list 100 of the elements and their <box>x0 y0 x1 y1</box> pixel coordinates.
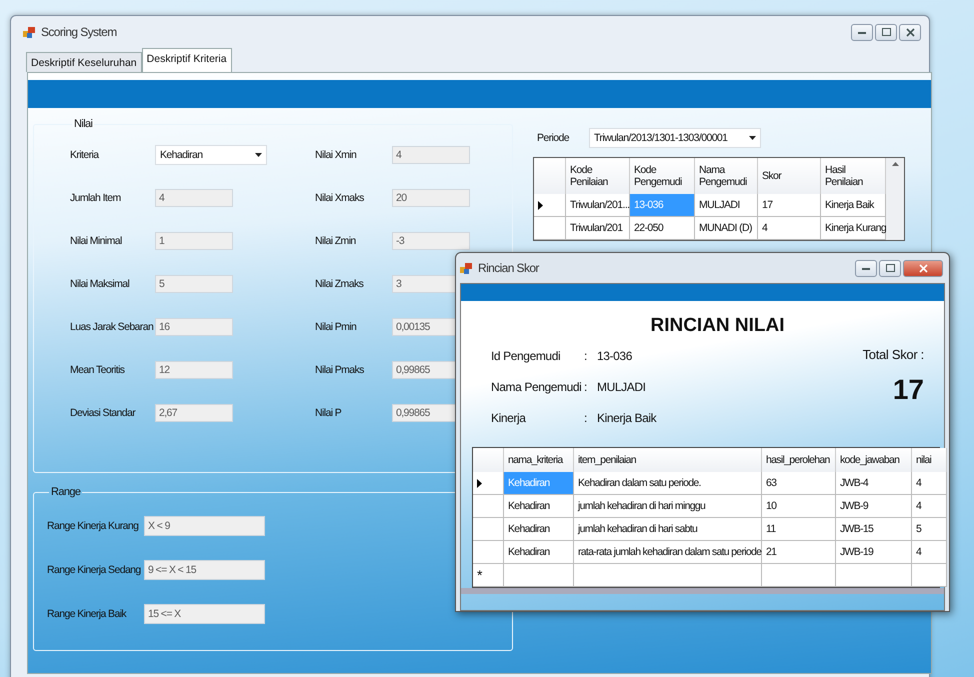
separator: : <box>584 349 588 363</box>
table-cell[interactable]: JWB-9 <box>836 495 912 518</box>
input-field[interactable]: 2,67 <box>155 404 233 422</box>
grid-corner <box>534 158 566 194</box>
input-field[interactable]: 15 <= X <box>144 604 265 624</box>
field-label: Jumlah Item <box>70 192 122 204</box>
table-cell[interactable]: 5 <box>912 518 947 541</box>
table-cell[interactable]: Kehadiran <box>504 518 574 541</box>
column-header[interactable]: nama_kriteria <box>504 448 574 472</box>
row-header[interactable] <box>534 194 566 217</box>
column-header[interactable]: Skor <box>758 158 821 194</box>
table-cell[interactable] <box>504 564 574 587</box>
input-field[interactable]: X < 9 <box>144 516 265 536</box>
table-cell[interactable]: rata-rata jumlah kehadiran dalam satu periode <box>574 541 762 564</box>
table-cell[interactable] <box>762 564 836 587</box>
maximize-icon <box>886 264 894 272</box>
tab[interactable]: Deskriptif Keseluruhan <box>26 52 142 72</box>
table-cell[interactable]: 4 <box>912 541 947 564</box>
field-label: Nilai Xmaks <box>315 192 365 204</box>
table-cell[interactable]: Triwulan/201... <box>566 194 630 217</box>
table-cell[interactable]: 63 <box>762 472 836 495</box>
current-row-icon <box>477 478 482 488</box>
scrollbar[interactable] <box>886 158 904 240</box>
field-label: Deviasi Standar <box>70 407 136 419</box>
table-cell[interactable] <box>836 564 912 587</box>
separator: : <box>584 411 588 425</box>
column-header[interactable]: hasil_perolehan <box>762 448 836 472</box>
maximize-button[interactable] <box>875 24 897 40</box>
dropdown-arrow-icon <box>749 136 756 140</box>
maximize-icon <box>882 28 890 36</box>
field-label: Nilai Zmaks <box>315 278 364 290</box>
minimize-button[interactable] <box>855 260 877 276</box>
column-header[interactable]: Kode Pengemudi <box>630 158 695 194</box>
separator: : <box>584 380 588 394</box>
dropdown[interactable]: Triwulan/2013/1301-1303/00001 <box>589 128 761 148</box>
table-cell[interactable]: jumlah kehadiran di hari minggu <box>574 495 762 518</box>
group-title: Range <box>50 486 82 498</box>
info-value: 13-036 <box>597 349 632 363</box>
table-cell[interactable]: 21 <box>762 541 836 564</box>
column-header[interactable]: Nama Pengemudi <box>695 158 758 194</box>
column-header[interactable]: Kode Penilaian <box>566 158 630 194</box>
table-cell[interactable]: 4 <box>758 217 821 240</box>
input-field[interactable]: 4 <box>392 146 470 164</box>
table-cell[interactable]: Kehadiran <box>504 541 574 564</box>
dropdown[interactable]: Kehadiran <box>155 145 267 165</box>
input-field[interactable]: -3 <box>392 232 470 250</box>
current-row-icon <box>538 200 543 210</box>
table-cell[interactable]: Kehadiran <box>504 495 574 518</box>
minimize-icon <box>858 30 866 34</box>
table-cell[interactable] <box>574 564 762 587</box>
field-label: Mean Teoritis <box>70 364 126 376</box>
input-field[interactable]: 20 <box>392 189 470 207</box>
field-label: Range Kinerja Sedang <box>47 564 142 576</box>
table-cell[interactable]: 17 <box>758 194 821 217</box>
info-label: Kinerja <box>491 411 527 425</box>
column-header[interactable]: item_penilaian <box>574 448 762 472</box>
total-label: Total Skor : <box>862 347 924 362</box>
column-header[interactable]: kode_jawaban <box>836 448 912 472</box>
total-score: 17 <box>892 374 924 406</box>
table-cell[interactable]: JWB-15 <box>836 518 912 541</box>
column-header[interactable]: nilai <box>912 448 947 472</box>
table-cell[interactable]: JWB-19 <box>836 541 912 564</box>
dropdown-arrow-icon <box>255 153 262 157</box>
row-header[interactable] <box>473 472 504 495</box>
input-field[interactable]: 12 <box>155 361 233 379</box>
table-cell[interactable]: Kinerja Baik <box>821 194 886 217</box>
input-field[interactable]: 16 <box>155 318 233 336</box>
field-label: Nilai P <box>315 407 342 419</box>
table-cell[interactable]: MULJADI <box>695 194 758 217</box>
tab[interactable]: Deskriptif Kriteria <box>142 48 232 72</box>
minimize-button[interactable] <box>851 24 873 40</box>
table-cell[interactable]: 22-050 <box>630 217 695 240</box>
table-cell[interactable]: 4 <box>912 495 947 518</box>
table-cell[interactable]: JWB-4 <box>836 472 912 495</box>
input-field[interactable]: 4 <box>155 189 233 207</box>
table-cell[interactable]: MUNADI (D) <box>695 217 758 240</box>
app-icon <box>460 262 473 274</box>
table-cell[interactable]: Triwulan/201 <box>566 217 630 240</box>
table-cell[interactable]: Kehadiran dalam satu periode. <box>574 472 762 495</box>
field-label: Luas Jarak Sebaran <box>70 321 154 333</box>
close-button[interactable] <box>899 24 921 40</box>
table-cell[interactable]: 10 <box>762 495 836 518</box>
table-cell[interactable]: 11 <box>762 518 836 541</box>
table-cell[interactable]: Kinerja Kurang <box>821 217 886 240</box>
input-field[interactable]: 5 <box>155 275 233 293</box>
close-button[interactable] <box>903 260 943 276</box>
dialog-title: Rincian Skor <box>478 261 539 275</box>
field-label: Range Kinerja Kurang <box>47 520 140 532</box>
table-cell[interactable]: jumlah kehadiran di hari sabtu <box>574 518 762 541</box>
maximize-button[interactable] <box>879 260 901 276</box>
input-field[interactable]: 1 <box>155 232 233 250</box>
new-row-marker: * <box>473 564 504 587</box>
info-value: Kinerja Baik <box>597 411 656 425</box>
table-cell[interactable] <box>912 564 947 587</box>
field-label: Nilai Pmaks <box>315 364 365 376</box>
table-cell[interactable]: 4 <box>912 472 947 495</box>
input-field[interactable]: 9 <= X < 15 <box>144 560 265 580</box>
info-label: Nama Pengemudi <box>491 380 582 394</box>
column-header[interactable]: Hasil Penilaian <box>821 158 886 194</box>
grid-corner <box>473 448 504 472</box>
